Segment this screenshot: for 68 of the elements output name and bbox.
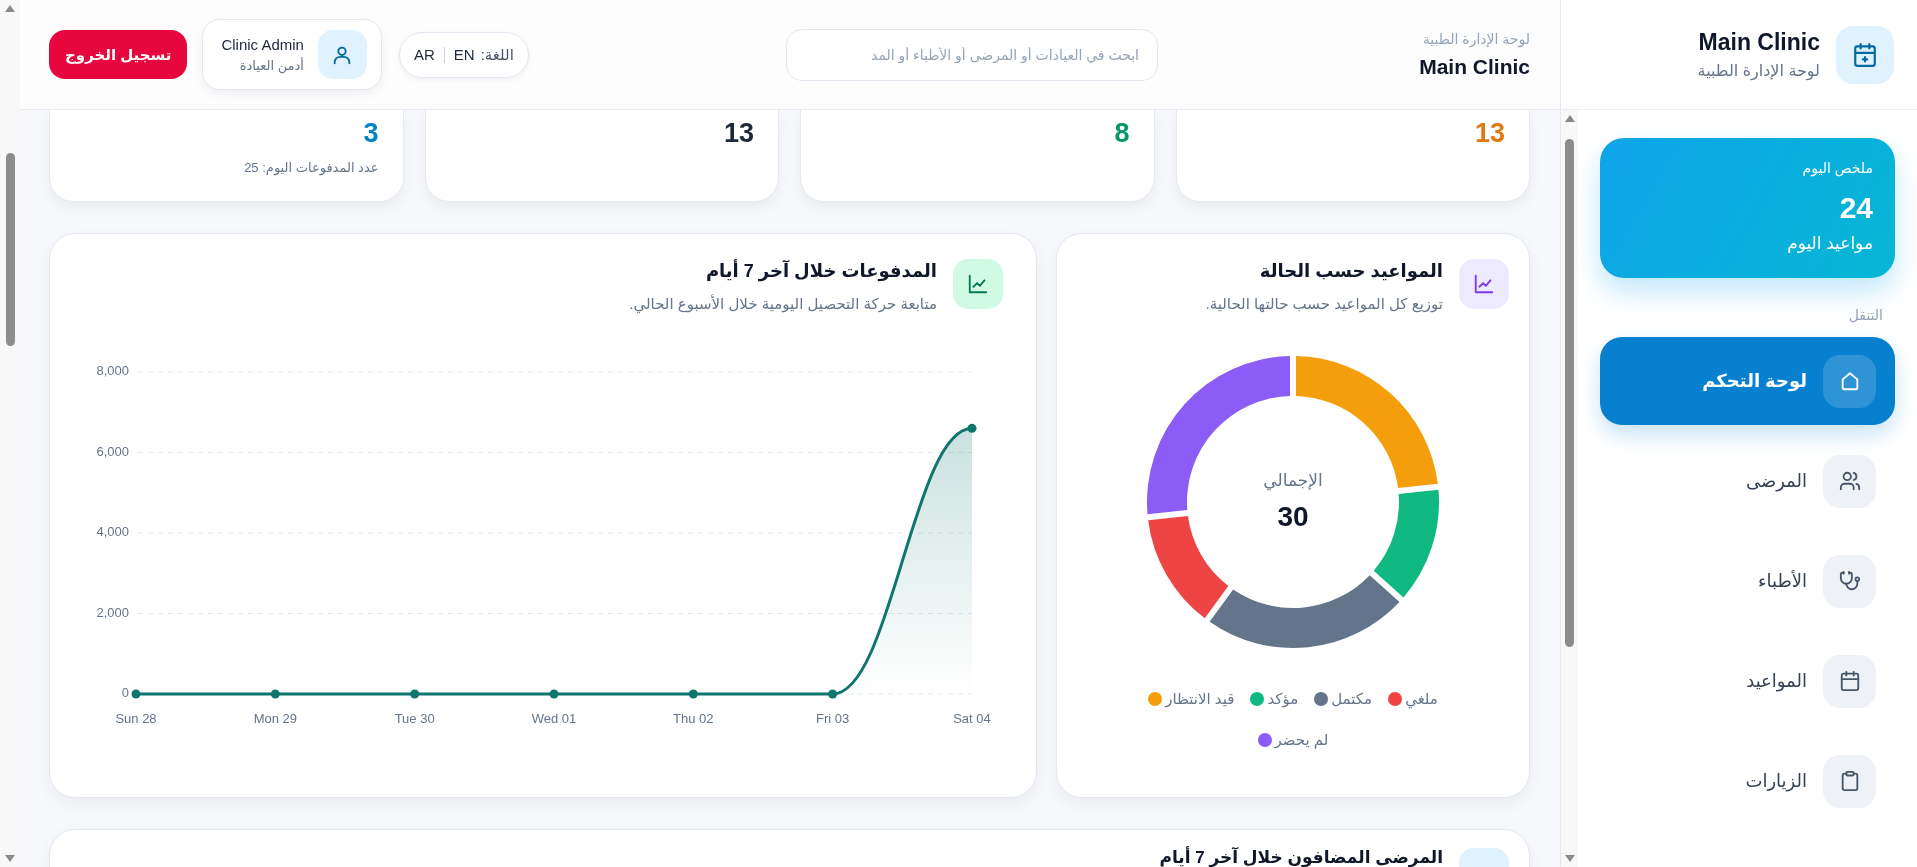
x-axis-label: Sat 04 [953,711,991,727]
scroll-down-arrow-icon[interactable] [5,855,15,862]
stethoscope-icon [1823,554,1876,608]
legend-label: مؤكد [1267,689,1299,710]
stat-value: 13 [722,117,754,150]
calendar-plus-icon [1836,25,1894,84]
data-point [549,689,559,699]
y-axis-label: 4,000 [96,524,129,540]
x-axis-label: Fri 03 [816,711,850,727]
scrollbar-thumb[interactable] [1565,139,1574,647]
chart-title: المرضى المضافون خلال آخر 7 أيام [1159,848,1443,867]
stat-note: عدد المدفوعات اليوم: 25 [243,159,379,177]
home-icon [1823,354,1876,408]
nav-heading: التنقل [1847,306,1884,325]
chart-subtitle: متابعة حركة التحصيل اليومية خلال الأسبوع الحالي. [629,293,937,315]
brand-subtitle: لوحة الإدارة الطبية [1697,60,1820,83]
x-axis-label: Sun 28 [115,711,157,727]
language-label: اللغة: [480,45,514,64]
line-chart-icon [1459,259,1509,309]
nav-item[interactable]: الأطباء [1600,537,1895,625]
legend-label: ملغي [1405,689,1438,710]
data-point [410,689,420,699]
user-icon [317,30,367,79]
users-icon [1823,454,1876,508]
nav-item[interactable]: لوحة التحكم [1600,337,1895,425]
language-option[interactable]: EN [453,46,475,63]
stat-value: 13 [1473,117,1505,150]
legend-label: مكتمل [1331,689,1373,709]
summary-caption: مواعيد اليوم [1786,233,1873,255]
stat-value: 3 [362,117,379,150]
data-point [131,689,141,699]
x-axis-label: Mon 29 [253,711,297,727]
page-subtitle: لوحة الإدارة الطبية [1421,29,1530,49]
chart-title: المواعيد حسب الحالة [1258,260,1443,283]
nav-item[interactable]: المواعيد [1600,637,1895,725]
total-label: الإجمالي [1263,470,1323,493]
stat-value: 8 [1113,117,1130,150]
legend-label: قيد الانتظار [1165,689,1235,710]
calendar-icon [1823,654,1876,708]
nav-item[interactable]: الزيارات [1600,737,1895,825]
data-point [967,423,977,433]
scroll-up-arrow-icon[interactable] [5,5,15,12]
brand-name: Main Clinic [1697,27,1820,57]
scroll-down-arrow-icon[interactable] [1564,855,1575,862]
summary-title: ملخص اليوم [1801,159,1873,178]
line-chart-icon [953,259,1003,309]
legend-label: لم يحضر [1274,730,1329,751]
y-axis-label: 8,000 [96,363,129,379]
page-title: Main Clinic [1418,53,1530,80]
y-axis-label: 0 [121,685,129,701]
data-point [828,689,838,699]
x-axis-label: Wed 01 [531,711,577,727]
language-option[interactable]: AR [413,46,435,63]
scroll-up-arrow-icon[interactable] [1564,115,1575,122]
logout-button[interactable]: تسجيل الخروج [49,30,188,79]
x-axis-label: Thu 02 [673,711,714,727]
chart-title: المدفوعات خلال آخر 7 أيام [704,259,937,283]
y-axis-label: 6,000 [96,443,129,459]
chart-subtitle: توزيع كل المواعيد حسب حالتها الحالية. [1205,294,1443,315]
nav-item[interactable]: المرضى [1600,437,1895,525]
data-point [270,689,280,699]
clipboard-icon [1823,754,1876,808]
scrollbar-thumb[interactable] [5,153,15,346]
data-point [688,689,698,699]
summary-value: 24 [1838,190,1873,226]
total-value: 30 [1277,500,1309,534]
y-axis-label: 2,000 [96,604,129,620]
x-axis-label: Tue 30 [394,711,435,727]
